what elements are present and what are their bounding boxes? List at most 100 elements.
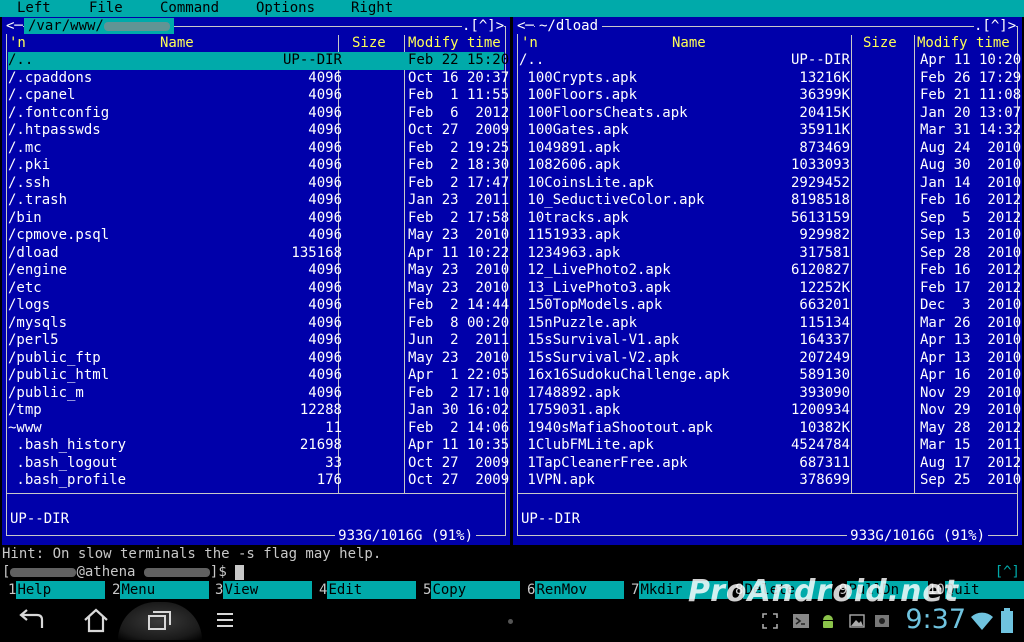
left-panel-path[interactable]: /var/www/ xyxy=(24,18,174,34)
file-row[interactable]: 1759031.apk 1200934 Nov 29 2010 xyxy=(519,402,1021,420)
back-button[interactable] xyxy=(12,604,52,638)
fkey-view[interactable]: 3View xyxy=(215,581,313,599)
menu-file[interactable]: File xyxy=(89,0,123,17)
file-row[interactable]: 15nPuzzle.apk 115134 Mar 26 2010 xyxy=(519,315,1021,333)
file-row[interactable]: 16x16SudokuChallenge.apk 589130 Apr 16 201… xyxy=(519,367,1021,385)
file-size: 13216K xyxy=(799,69,850,86)
file-row[interactable]: 1VPN.apk 378699 Sep 25 2010 xyxy=(519,472,1021,490)
file-size: 21698 xyxy=(299,437,342,453)
left-sort-indicator[interactable]: 'n xyxy=(9,35,26,52)
file-row[interactable]: /mysqls 4096 Feb 8 00:20 xyxy=(8,315,509,333)
file-row[interactable]: /.ssh 4096 Feb 2 17:47 xyxy=(8,175,509,193)
fkey-renmov[interactable]: 6RenMov xyxy=(527,581,625,599)
right-sort-indicator[interactable]: 'n xyxy=(521,35,538,52)
file-row[interactable]: /public_html 4096 Apr 1 22:05 xyxy=(8,367,509,385)
home-button[interactable] xyxy=(76,604,116,638)
file-name: 13_LivePhoto3.apk xyxy=(519,279,671,296)
file-size: 4096 xyxy=(308,384,342,401)
right-column-name[interactable]: Name xyxy=(672,35,706,52)
file-row[interactable]: 12_LivePhoto2.apk 6120827 Feb 16 2012 xyxy=(519,262,1021,280)
file-row[interactable]: /public_m 4096 Feb 2 17:10 xyxy=(8,384,509,403)
file-row[interactable]: 10_SeductiveColor.apk 8198518 Feb 16 2012 xyxy=(519,192,1021,210)
file-row[interactable]: /engine 4096 May 23 2010 xyxy=(8,262,509,280)
fkey-edit[interactable]: 4Edit xyxy=(319,581,417,599)
file-row[interactable]: /.pki 4096 Feb 2 18:30 xyxy=(8,157,509,175)
right-panel-divider xyxy=(517,493,1018,494)
file-row[interactable]: 100FloorsCheats.apk 20415K Jan 20 13:07 xyxy=(519,105,1021,123)
menu-command[interactable]: Command xyxy=(160,0,219,17)
file-name: 16x16SudokuChallenge.apk xyxy=(519,367,730,383)
fkey-copy[interactable]: 5Copy xyxy=(423,581,521,599)
file-row[interactable]: 100Gates.apk 35911K Mar 31 14:32 xyxy=(519,122,1021,140)
status-clock: 9:37 xyxy=(905,604,966,635)
file-row[interactable]: /public_ftp 4096 May 23 2010 xyxy=(8,350,509,368)
fkey-help[interactable]: 1Help xyxy=(8,581,106,599)
file-row[interactable]: 10tracks.apk 5613159 Sep 5 2012 xyxy=(519,209,1021,228)
file-modify-time: Feb 22 15:20 xyxy=(408,52,510,68)
right-panel-path[interactable]: ~/dload xyxy=(535,18,603,34)
file-row[interactable]: /.cpaddons 4096 Oct 16 20:37 xyxy=(8,70,509,88)
file-row[interactable]: /perl5 4096 Jun 2 2011 xyxy=(8,332,509,350)
recent-apps-button[interactable] xyxy=(140,604,180,638)
file-row[interactable]: 1082606.apk 1033093 Aug 30 2010 xyxy=(519,157,1021,175)
right-column-size[interactable]: Size xyxy=(863,35,897,52)
file-row[interactable]: 1151933.apk 929982 Sep 13 2010 xyxy=(519,227,1021,245)
menu-left-label: Left xyxy=(17,0,51,16)
fkey-label: Edit xyxy=(327,581,417,599)
file-row[interactable]: 150TopModels.apk 663201 Dec 3 2010 xyxy=(519,297,1021,315)
file-name: 100Crypts.apk xyxy=(519,69,638,86)
file-row[interactable]: 10CoinsLite.apk 2929452 Jan 14 2010 xyxy=(519,174,1021,193)
file-row[interactable]: 1940sMafiaShootout.apk 10382K May 28 2012 xyxy=(519,420,1021,438)
file-row[interactable]: .bash_profile 176 Oct 27 2009 xyxy=(8,472,509,490)
menu-button[interactable] xyxy=(205,604,245,638)
left-column-name[interactable]: Name xyxy=(160,35,194,52)
left-panel-corner-controls[interactable]: .[^]> xyxy=(462,18,505,34)
fkey-number: 3 xyxy=(215,581,224,599)
file-row[interactable]: /.. UP--DIR Apr 11 10:20 xyxy=(519,52,1021,70)
file-row[interactable]: /.fontconfig 4096 Feb 6 2012 xyxy=(8,105,509,123)
file-row[interactable]: 1234963.apk 317581 Sep 28 2010 xyxy=(519,245,1021,263)
file-name: 10CoinsLite.apk xyxy=(519,174,654,191)
file-row[interactable]: /dload 135168 Apr 11 10:22 xyxy=(8,245,509,263)
menu-right[interactable]: Right xyxy=(351,0,393,17)
left-panel[interactable]: <─ /var/www/ .[^]> 'n Name Size Modify t… xyxy=(2,17,510,545)
file-row[interactable]: 1ClubFMLite.apk 4524784 Mar 15 2011 xyxy=(519,437,1021,455)
file-row[interactable]: .bash_logout 33 Oct 27 2009 xyxy=(8,455,509,473)
left-column-modify-time[interactable]: Modify time xyxy=(408,35,501,52)
right-panel[interactable]: <─ ~/dload .[^]> 'n Name Size Modify tim… xyxy=(513,17,1022,545)
file-row[interactable]: /.cpanel 4096 Feb 1 11:55 xyxy=(8,87,509,105)
right-column-modify-time[interactable]: Modify time xyxy=(917,35,1010,52)
file-row[interactable]: 1748892.apk 393090 Nov 29 2010 xyxy=(519,385,1021,403)
left-column-size[interactable]: Size xyxy=(352,35,386,52)
menu-left[interactable]: Left xyxy=(17,0,51,17)
file-row[interactable]: /cpmove.psql 4096 May 23 2010 xyxy=(8,227,509,245)
file-row[interactable]: /.trash 4096 Jan 23 2011 xyxy=(8,192,509,210)
wifi-icon xyxy=(971,612,993,630)
file-modify-time: Feb 2 17:58 xyxy=(408,209,510,226)
file-row[interactable]: ~www 11 Feb 2 14:06 xyxy=(8,420,509,438)
fkey-menu[interactable]: 2Menu xyxy=(112,581,210,599)
file-row[interactable]: /logs 4096 Feb 2 14:44 xyxy=(8,297,509,315)
file-row[interactable]: 15sSurvival-V1.apk 164337 Apr 13 2010 xyxy=(519,332,1021,350)
file-size: 5613159 xyxy=(790,209,850,226)
file-row[interactable]: 15sSurvival-V2.apk 207249 Apr 13 2010 xyxy=(519,350,1021,368)
file-row[interactable]: /bin 4096 Feb 2 17:58 xyxy=(8,210,509,228)
file-row[interactable]: 1TapCleanerFree.apk 687311 Aug 17 2012 xyxy=(519,455,1021,473)
file-row[interactable]: /etc 4096 May 23 2010 xyxy=(8,280,509,298)
file-row[interactable]: 100Floors.apk 36399K Feb 21 11:08 xyxy=(519,87,1021,105)
menu-options[interactable]: Options xyxy=(256,0,315,17)
file-name: .bash_history xyxy=(8,437,127,453)
file-row[interactable]: /.htpasswds 4096 Oct 27 2009 xyxy=(8,122,509,140)
file-row[interactable]: /tmp 12288 Jan 30 16:02 xyxy=(8,402,509,420)
file-modify-time: Apr 11 10:20 xyxy=(920,52,1022,68)
subshell-indicator[interactable]: [^] xyxy=(995,564,1020,581)
file-row[interactable]: .bash_history 21698 Apr 11 10:35 xyxy=(8,437,509,455)
right-panel-corner-controls[interactable]: .[^]> xyxy=(974,18,1017,34)
shell-prompt[interactable]: [@athena ]$ xyxy=(2,564,245,581)
file-name: /.mc xyxy=(8,139,42,156)
file-row[interactable]: 13_LivePhoto3.apk 12252K Feb 17 2012 xyxy=(519,279,1021,298)
file-row[interactable]: /.. UP--DIR Feb 22 15:20 xyxy=(8,52,509,70)
file-row[interactable]: 1049891.apk 873469 Aug 24 2010 xyxy=(519,140,1021,158)
file-row[interactable]: 100Crypts.apk 13216K Feb 26 17:29 xyxy=(519,69,1021,88)
file-row[interactable]: /.mc 4096 Feb 2 19:25 xyxy=(8,139,509,158)
